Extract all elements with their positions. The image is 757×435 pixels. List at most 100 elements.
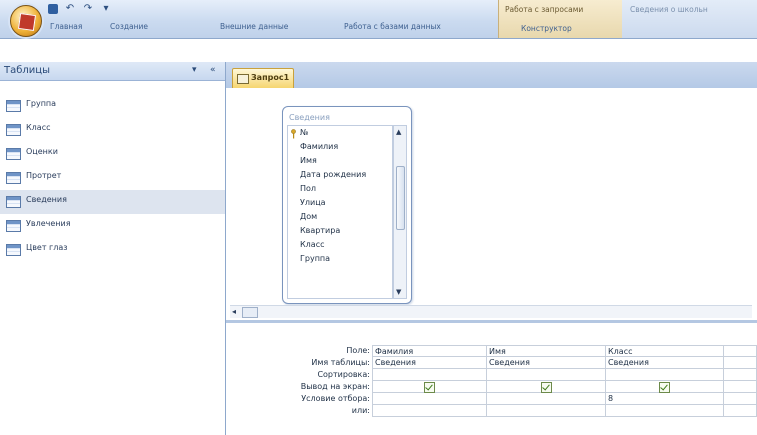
scroll-thumb[interactable]	[396, 166, 405, 230]
grid-cell-show[interactable]	[372, 381, 487, 393]
table-icon	[6, 172, 21, 184]
nav-item-gruppa[interactable]: Группа	[0, 94, 225, 118]
show-checkbox[interactable]	[659, 382, 670, 393]
field-list-item[interactable]: Класс	[300, 240, 325, 249]
ribbon: ↶ ↷ ▾ Главная Создание Внешние данные Ра…	[0, 0, 757, 39]
primary-key-icon	[291, 129, 296, 139]
nav-pane-header[interactable]: Таблицы ▾ «	[0, 62, 225, 81]
grid-cell-field[interactable]	[724, 345, 757, 357]
scroll-down-icon[interactable]: ▼	[396, 288, 401, 296]
nav-item-uvlecheniya[interactable]: Увлечения	[0, 214, 225, 238]
grid-cell-criteria[interactable]	[724, 393, 757, 405]
tab-query1[interactable]: Запрос1	[232, 68, 294, 89]
field-list-item[interactable]: Имя	[300, 156, 317, 165]
table-icon	[6, 100, 21, 112]
field-list-item[interactable]: Дата рождения	[300, 170, 366, 179]
query-tab-label: Запрос1	[251, 73, 290, 82]
table-icon	[6, 244, 21, 256]
query-icon	[237, 74, 249, 84]
nav-item-label: Класс	[26, 123, 51, 132]
field-name: №	[300, 128, 309, 137]
tab-home[interactable]: Главная	[50, 22, 110, 31]
tab-database-tools[interactable]: Работа с базами данных	[344, 22, 484, 31]
nav-dropdown-icon[interactable]: ▾	[192, 65, 197, 75]
undo-icon[interactable]: ↶	[64, 3, 76, 15]
row-label-or: или:	[351, 406, 370, 415]
tab-external-data[interactable]: Внешние данные	[220, 22, 310, 31]
grid-cell-or[interactable]	[372, 405, 487, 417]
grid-cell-table[interactable]: Сведения	[372, 357, 487, 369]
field-list-item[interactable]: Улица	[300, 198, 326, 207]
grid-cell-table[interactable]: Сведения	[606, 357, 724, 369]
grid-cell-or[interactable]	[724, 405, 757, 417]
office-logo-icon	[17, 12, 37, 32]
nav-item-label: Увлечения	[26, 219, 71, 228]
nav-item-protret[interactable]: Протрет	[0, 166, 225, 190]
tab-design[interactable]: Конструктор	[521, 24, 572, 33]
query-design-grid: Поле: Имя таблицы: Сортировка: Вывод на …	[226, 323, 757, 435]
field-list-item[interactable]: Дом	[300, 212, 317, 221]
tab-create[interactable]: Создание	[110, 22, 170, 31]
table-icon	[6, 124, 21, 136]
context-group-title: Работа с запросами	[505, 5, 584, 14]
nav-item-svedeniya[interactable]: Сведения	[0, 190, 225, 214]
nav-item-label: Протрет	[26, 171, 62, 180]
qat-dropdown-icon[interactable]: ▾	[100, 3, 112, 15]
grid-cell-table[interactable]: Сведения	[487, 357, 606, 369]
grid-cell-table[interactable]	[724, 357, 757, 369]
grid-cell-or[interactable]	[487, 405, 606, 417]
grid-cell-sort[interactable]	[606, 369, 724, 381]
nav-item-label: Сведения	[26, 195, 67, 204]
horizontal-scroll-thumb[interactable]	[242, 307, 258, 318]
scroll-left-icon[interactable]: ◂	[232, 307, 236, 316]
field-list-title: Сведения	[289, 113, 330, 122]
nav-item-otsenki[interactable]: Оценки	[0, 142, 225, 166]
nav-item-label: Цвет глаз	[26, 243, 68, 252]
grid-cell-show[interactable]	[606, 381, 724, 393]
field-list-window[interactable]: Сведения № Фамилия Имя Дата рождения Пол…	[282, 106, 412, 304]
row-label-table: Имя таблицы:	[311, 358, 370, 367]
grid-cell-field[interactable]: Имя	[487, 345, 606, 357]
grid-cell-show[interactable]	[724, 381, 757, 393]
nav-collapse-icon[interactable]: «	[210, 65, 216, 75]
nav-item-klass[interactable]: Класс	[0, 118, 225, 142]
field-list: № Фамилия Имя Дата рождения Пол Улица До…	[287, 125, 393, 299]
navigation-pane: Таблицы ▾ « Группа Класс Оценки Протрет …	[0, 62, 226, 435]
grid-cell-criteria[interactable]	[372, 393, 487, 405]
document-tab-bar: Запрос1	[226, 62, 757, 89]
field-list-item[interactable]: Пол	[300, 184, 316, 193]
field-list-item[interactable]: Фамилия	[300, 142, 338, 151]
row-label-show: Вывод на экран:	[300, 382, 370, 391]
grid-cell-or[interactable]	[606, 405, 724, 417]
window-title: Сведения о школьн	[622, 0, 757, 38]
nav-item-label: Группа	[26, 99, 57, 108]
nav-item-tsvet-glaz[interactable]: Цвет глаз	[0, 238, 225, 262]
grid-cell-criteria[interactable]	[487, 393, 606, 405]
show-checkbox[interactable]	[540, 382, 552, 393]
scroll-up-icon[interactable]: ▲	[396, 128, 401, 136]
row-label-criteria: Условие отбора:	[301, 394, 370, 403]
grid-cell-sort[interactable]	[724, 369, 757, 381]
window-title-text: Сведения о школьн	[630, 5, 708, 14]
grid-cell-show[interactable]	[487, 381, 606, 393]
grid-cell-sort[interactable]	[487, 369, 606, 381]
office-button[interactable]	[10, 5, 42, 37]
query-design-area: Сведения № Фамилия Имя Дата рождения Пол…	[226, 88, 757, 320]
row-label-field: Поле:	[346, 346, 370, 355]
table-icon	[6, 148, 21, 160]
show-checkbox[interactable]	[424, 382, 435, 393]
redo-icon[interactable]: ↷	[82, 3, 94, 15]
table-icon	[6, 196, 21, 208]
design-horizontal-scrollbar[interactable]: ◂	[230, 305, 752, 318]
field-list-item[interactable]: Квартира	[300, 226, 340, 235]
quick-access-toolbar: ↶ ↷ ▾	[48, 2, 112, 16]
field-list-scrollbar[interactable]: ▲ ▼	[393, 125, 407, 299]
grid-cell-field[interactable]: Класс	[606, 345, 724, 357]
nav-item-label: Оценки	[26, 147, 58, 156]
save-icon[interactable]	[48, 4, 58, 14]
field-list-item[interactable]: Группа	[300, 254, 330, 263]
grid-cell-sort[interactable]	[372, 369, 487, 381]
row-label-sort: Сортировка:	[317, 370, 370, 379]
grid-cell-field[interactable]: Фамилия	[372, 345, 487, 357]
grid-cell-criteria[interactable]: 8	[606, 393, 724, 405]
